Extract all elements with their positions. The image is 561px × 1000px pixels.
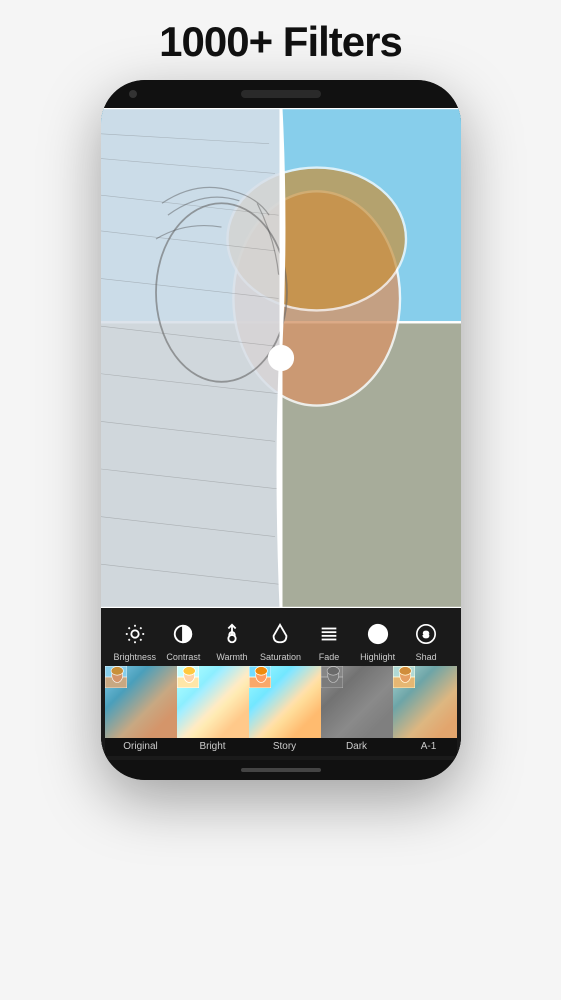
phone-screen: Brightness Contrast: [101, 108, 461, 760]
toolbar-item-saturation[interactable]: Saturation: [258, 620, 302, 662]
toolbar-item-contrast[interactable]: Contrast: [161, 620, 205, 662]
filter-strip: Original Bright: [105, 666, 457, 756]
svg-text:H: H: [374, 630, 381, 640]
filter-thumb-dark: [321, 666, 393, 738]
warmth-label: Warmth: [216, 652, 247, 662]
filter-item-dark[interactable]: Dark: [321, 666, 393, 756]
brightness-icon: [121, 620, 149, 648]
brightness-label: Brightness: [114, 652, 157, 662]
filter-item-original[interactable]: Original: [105, 666, 177, 756]
filter-thumb-bright: [177, 666, 249, 738]
highlight-label: Highlight: [360, 652, 395, 662]
phone-top-bar: [101, 80, 461, 108]
toolbar-item-highlight[interactable]: H Highlight: [356, 620, 400, 662]
filter-thumb-original: [105, 666, 177, 738]
phone-frame: Brightness Contrast: [101, 80, 461, 780]
filter-item-a1[interactable]: A-1: [393, 666, 457, 756]
saturation-icon: [266, 620, 294, 648]
shadow-icon: S: [412, 620, 440, 648]
warmth-icon: [218, 620, 246, 648]
phone-speaker: [241, 90, 321, 98]
page-title: 1000+ Filters: [159, 18, 402, 66]
phone-camera: [129, 90, 137, 98]
filter-label-original: Original: [105, 738, 177, 756]
fade-icon: [315, 620, 343, 648]
filter-thumb-story: [249, 666, 321, 738]
filter-label-bright: Bright: [177, 738, 249, 756]
filter-thumb-a1: [393, 666, 457, 738]
filter-item-bright[interactable]: Bright: [177, 666, 249, 756]
filter-label-dark: Dark: [321, 738, 393, 756]
phone-bottom: [101, 760, 461, 780]
home-indicator: [241, 768, 321, 772]
toolbar-item-warmth[interactable]: Warmth: [210, 620, 254, 662]
filter-item-story[interactable]: Story: [249, 666, 321, 756]
photo-background: [101, 108, 461, 608]
svg-text:S: S: [423, 631, 429, 640]
photo-area: [101, 108, 461, 608]
filter-label-a1: A-1: [393, 738, 457, 756]
toolbar-item-fade[interactable]: Fade: [307, 620, 351, 662]
photo-figure: [101, 108, 461, 608]
contrast-label: Contrast: [166, 652, 200, 662]
toolbar-item-brightness[interactable]: Brightness: [113, 620, 157, 662]
toolbar-item-shadow[interactable]: S Shad: [404, 620, 448, 662]
shadow-label: Shad: [416, 652, 437, 662]
fade-label: Fade: [319, 652, 340, 662]
saturation-label: Saturation: [260, 652, 301, 662]
contrast-icon: [169, 620, 197, 648]
toolbar-icons: Brightness Contrast: [105, 616, 457, 666]
filter-label-story: Story: [249, 738, 321, 756]
highlight-icon: H: [364, 620, 392, 648]
toolbar: Brightness Contrast: [101, 608, 461, 760]
